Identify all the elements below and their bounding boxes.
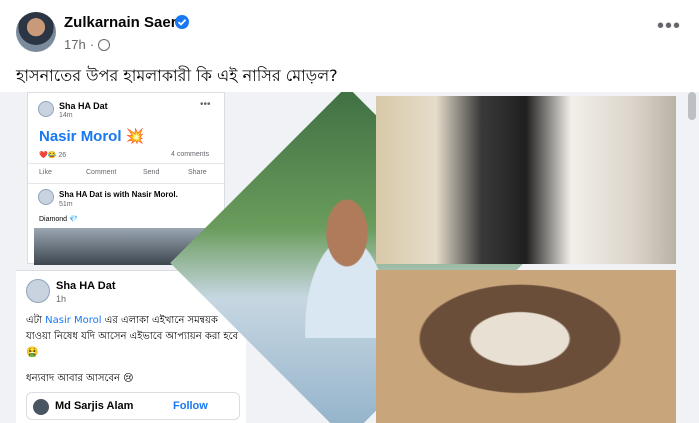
screenshot-time: 14m [59,112,73,119]
scrollbar-track[interactable] [685,92,699,423]
text-link: Nasir Morol [45,315,102,326]
screenshot-avatar [26,279,50,303]
screenshot-diamond-text: Diamond 💎 [39,216,78,223]
verified-badge-icon [175,15,189,29]
meta-separator: · [89,37,95,52]
action-share: Share [188,169,207,176]
reply-avatar [33,399,49,415]
reaction-count: 26 [58,152,67,159]
screenshot-name: Sha HA Dat [59,101,108,111]
post-photo-collage[interactable]: Sha HA Dat 14m ••• Nasir Morol 💥 ❤️😂 26 … [0,92,699,423]
post-caption: হাসনাতের উপর হামলাকারী কি এই নাসির মোড়ল… [16,66,338,85]
screenshot-avatar-2 [38,189,54,205]
text-pre: এটা [26,315,46,326]
more-options-icon[interactable]: ••• [657,16,681,36]
screenshot-name: Sha HA Dat [56,280,116,292]
screenshot-text: এটা Nasir Morol এর এলাকা এইখানে সমন্বয়ক… [26,313,244,361]
post-time[interactable]: 17h [64,37,86,52]
screenshot-time-2: 51m [59,201,73,208]
reply-name: Md Sarjis Alam [55,400,134,412]
author-name[interactable]: Zulkarnain Saer [64,14,177,31]
screenshot-time: 1h [56,294,67,304]
action-send: Send [143,169,160,176]
meeting-photo [376,96,676,264]
screenshot-title: Nasir Morol 💥 [39,128,145,145]
screenshot-reactions: ❤️😂 26 [39,152,67,159]
divider [28,183,226,184]
screenshot-thanks: ধন্যবাদ আবার আসবেন 😢 [26,373,134,384]
screenshot-avatar [38,101,54,117]
action-like: Like [39,169,52,176]
divider [28,163,226,164]
screenshot-name-2: Sha HA Dat is with Nasir Morol. [59,190,178,199]
action-comment: Comment [86,169,117,176]
scrollbar-thumb[interactable] [688,92,696,120]
screenshot-reply-card: Md Sarjis Alam Follow [26,392,240,420]
globe-icon [98,38,111,51]
post-header: Zulkarnain Saer 17h · ••• [0,0,699,58]
author-avatar[interactable] [16,12,56,52]
screenshot-more-icon: ••• [200,99,211,110]
screenshot-comments: 4 comments [171,151,210,158]
post-meta: 17h · [64,37,111,52]
follow-link: Follow [173,400,208,412]
mural-photo [376,270,676,423]
